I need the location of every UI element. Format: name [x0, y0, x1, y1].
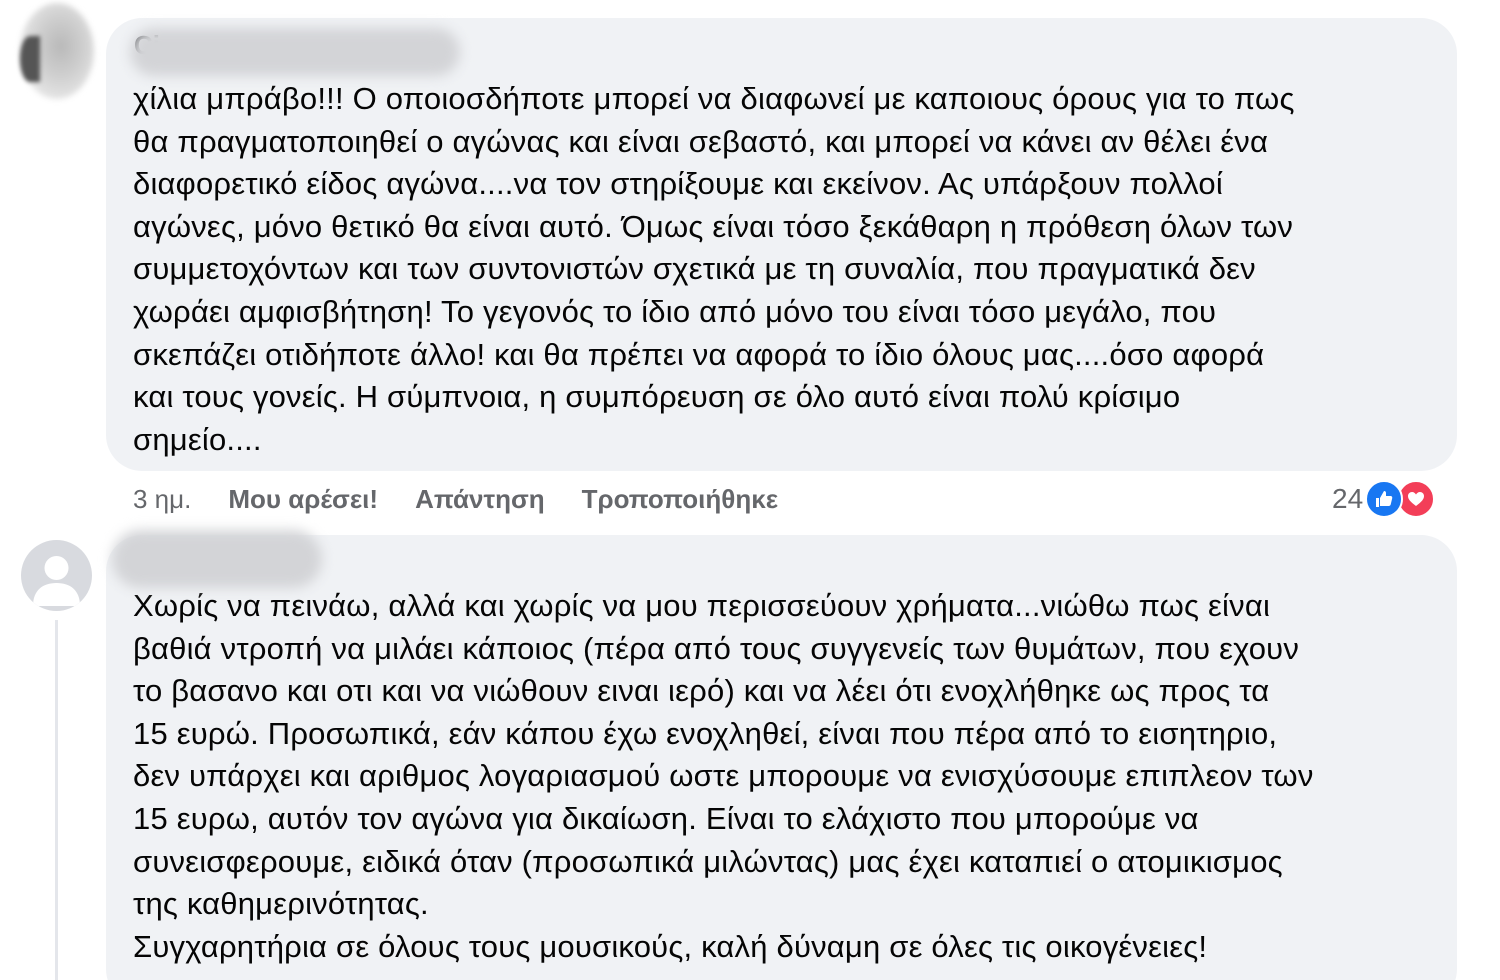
- avatar-edge: [20, 36, 40, 82]
- reaction-count: 24: [1332, 483, 1364, 514]
- comment-bubble: Χωρίς να πεινάω, αλλά και χωρίς να μου π…: [106, 535, 1457, 980]
- comment-text: χίλια μπράβο!!! Ο οποιοσδήποτε μπορεί να…: [133, 81, 1295, 457]
- like-button[interactable]: Μου αρέσει!: [228, 484, 378, 515]
- reaction-summary[interactable]: 24: [1332, 478, 1436, 520]
- author-name-redacted[interactable]: [112, 530, 322, 588]
- like-icon: [1365, 480, 1404, 518]
- edited-label[interactable]: Τροποποιήθηκε: [582, 484, 778, 515]
- comment-actions: 3 ημ. Μου αρέσει! Απάντηση Τροποποιήθηκε: [133, 482, 815, 516]
- comments-thread: χίλια μπράβο!!! Ο οποιοσδήποτε μπορεί να…: [0, 0, 1500, 980]
- comment-bubble: χίλια μπράβο!!! Ο οποιοσδήποτε μπορεί να…: [106, 18, 1457, 471]
- default-user-icon: [33, 556, 80, 606]
- reply-button[interactable]: Απάντηση: [415, 484, 545, 515]
- author-name-redacted[interactable]: [130, 28, 460, 76]
- comment-text: Χωρίς να πεινάω, αλλά και χωρίς να μου π…: [133, 588, 1314, 964]
- comment-timestamp[interactable]: 3 ημ.: [133, 484, 191, 515]
- thread-line: [55, 620, 58, 980]
- avatar-default[interactable]: [21, 540, 92, 611]
